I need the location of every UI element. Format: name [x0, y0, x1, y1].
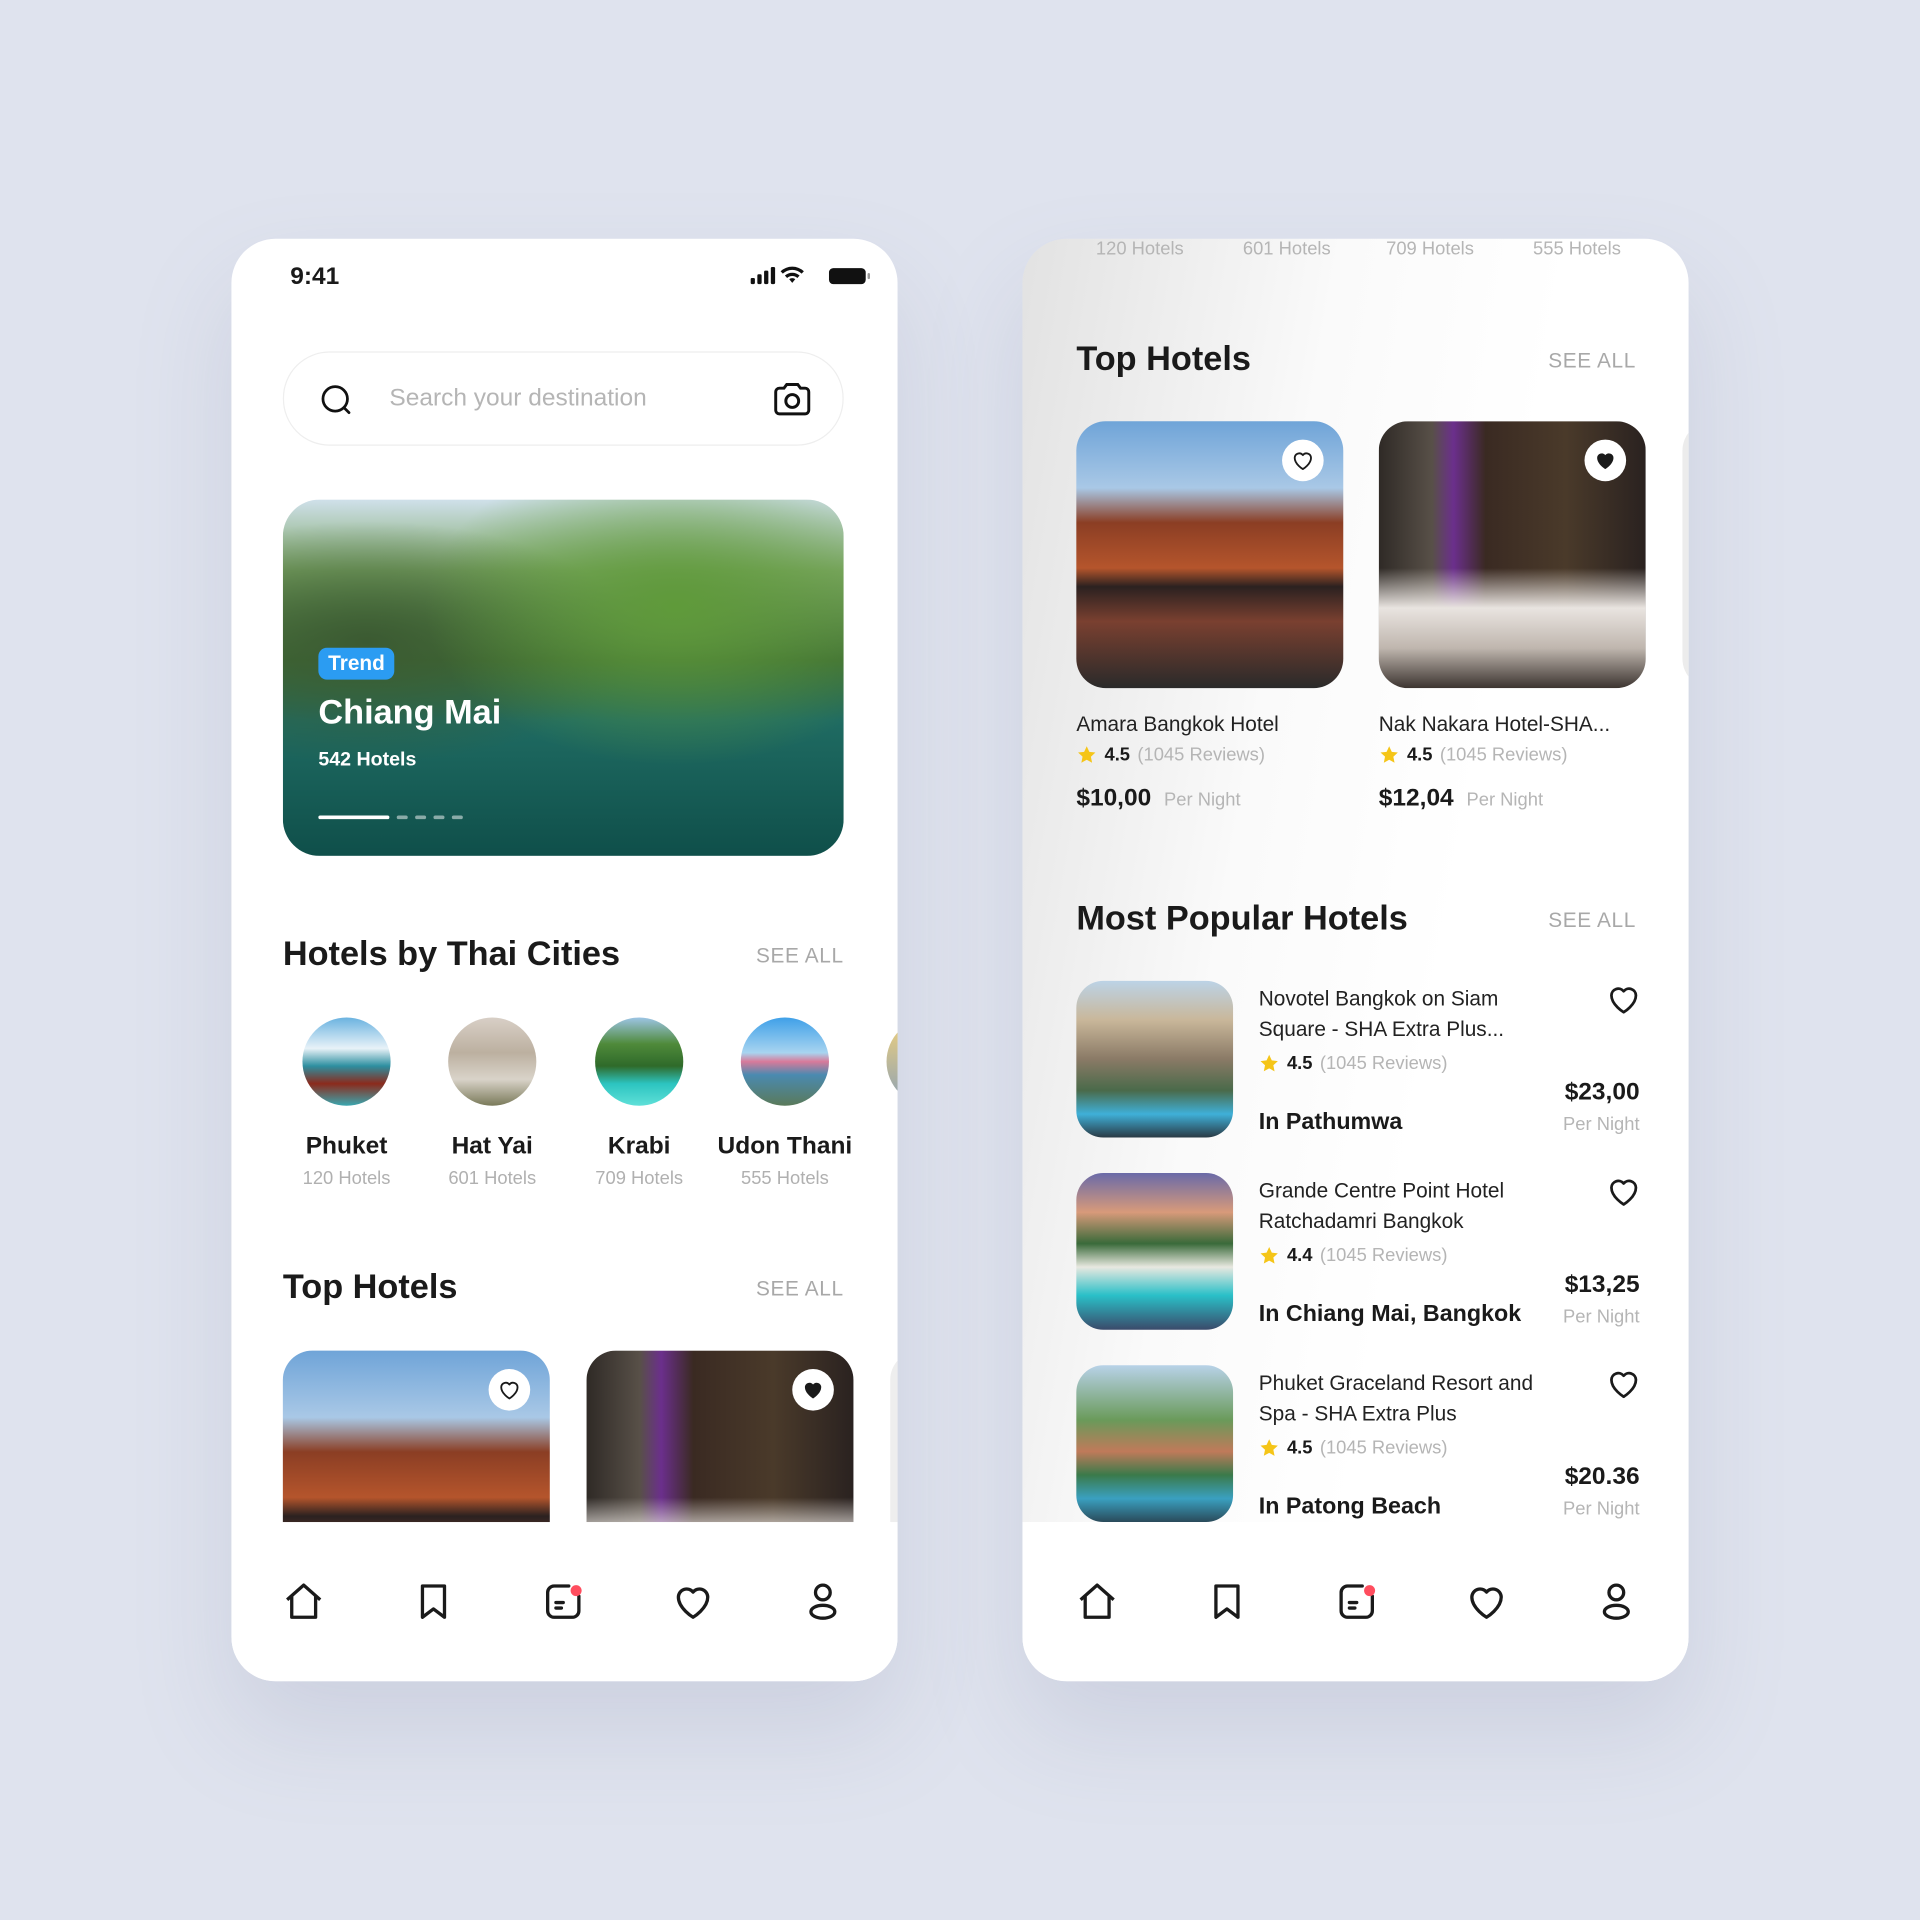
- hotel-card[interactable]: [1682, 421, 1689, 689]
- favorite-heart-icon[interactable]: [1605, 1365, 1642, 1402]
- hotel-info: Nak Nakara Hotel-SHA... 4.5 (1045 Reviews…: [1378, 712, 1611, 812]
- section-title: Hotels by Thai Cities: [282, 934, 621, 973]
- hotel-card[interactable]: [1378, 421, 1646, 689]
- home-icon[interactable]: [282, 1580, 326, 1624]
- scrolled-home-screen: 120 Hotels 601 Hotels 709 Hotels 555 Hot…: [1022, 238, 1689, 1682]
- popular-hotel-item[interactable]: Grande Centre Point Hotel Ratchadamri Ba…: [1076, 1173, 1642, 1332]
- hero-subtitle: 542 Hotels: [318, 749, 417, 771]
- city-item[interactable]: Krabi 709 Hotels: [572, 1017, 707, 1189]
- bottom-nav: [231, 1522, 898, 1682]
- heart-filled-icon: [801, 1378, 825, 1402]
- city-count: 120 Hotels: [1095, 238, 1184, 260]
- bottom-nav: [1022, 1522, 1689, 1682]
- search-input[interactable]: Search your destination: [389, 384, 646, 412]
- bookings-icon[interactable]: [1335, 1580, 1379, 1624]
- profile-icon[interactable]: [801, 1580, 845, 1624]
- favorite-button[interactable]: [1282, 439, 1324, 482]
- star-icon: [1259, 1053, 1280, 1074]
- city-count: 709 Hotels: [1386, 238, 1474, 260]
- section-title: Most Popular Hotels: [1076, 898, 1408, 937]
- home-icon[interactable]: [1075, 1580, 1119, 1624]
- bookmark-icon[interactable]: [411, 1580, 455, 1624]
- star-icon: [1259, 1438, 1280, 1459]
- star-icon: [1076, 744, 1097, 765]
- see-all-top-hotels[interactable]: SEE ALL: [1548, 349, 1636, 373]
- search-icon: [321, 385, 351, 415]
- trend-badge: Trend: [318, 647, 395, 680]
- heart-icon[interactable]: [671, 1580, 715, 1624]
- hotel-card[interactable]: [1076, 421, 1344, 689]
- city-item[interactable]: Lo8: [863, 1017, 898, 1189]
- status-icons: [750, 266, 873, 294]
- carousel-indicator[interactable]: [318, 815, 463, 820]
- bookmark-icon[interactable]: [1205, 1580, 1249, 1624]
- see-all-top-hotels[interactable]: SEE ALL: [756, 1277, 844, 1301]
- camera-icon[interactable]: [769, 377, 816, 421]
- favorite-button[interactable]: [792, 1368, 834, 1411]
- status-time: 9:41: [290, 263, 340, 291]
- favorite-button[interactable]: [1584, 439, 1627, 482]
- see-all-cities[interactable]: SEE ALL: [756, 944, 844, 968]
- section-title: Top Hotels: [282, 1267, 458, 1306]
- search-bar[interactable]: Search your destination: [282, 351, 844, 446]
- see-all-popular[interactable]: SEE ALL: [1548, 909, 1636, 933]
- favorite-heart-icon[interactable]: [1605, 981, 1642, 1018]
- heart-icon: [497, 1378, 521, 1402]
- home-screen: 9:41 Search your destination Trend Chian…: [231, 238, 898, 1682]
- city-item[interactable]: Udon Thani 555 Hotels: [718, 1017, 853, 1189]
- popular-hotel-item[interactable]: Novotel Bangkok on Siam Square - SHA Ext…: [1076, 980, 1642, 1140]
- trend-hero-card[interactable]: Trend Chiang Mai 542 Hotels: [282, 499, 844, 856]
- heart-icon[interactable]: [1464, 1580, 1508, 1624]
- favorite-heart-icon[interactable]: [1605, 1173, 1642, 1210]
- city-item[interactable]: Hat Yai 601 Hotels: [425, 1017, 560, 1189]
- section-title: Top Hotels: [1076, 339, 1251, 378]
- hero-title: Chiang Mai: [318, 693, 502, 732]
- favorite-button[interactable]: [488, 1368, 531, 1411]
- heart-filled-icon: [1593, 448, 1617, 472]
- profile-icon[interactable]: [1594, 1580, 1638, 1624]
- city-count: 555 Hotels: [1533, 238, 1621, 260]
- star-icon: [1379, 744, 1400, 765]
- star-icon: [1259, 1245, 1280, 1266]
- city-count: 601 Hotels: [1242, 238, 1331, 260]
- hotel-info: Amara Bangkok Hotel 4.5 (1045 Reviews) $1…: [1076, 712, 1279, 812]
- city-item[interactable]: Phuket 120 Hotels: [279, 1017, 414, 1189]
- popular-hotel-item[interactable]: Phuket Graceland Resort and Spa - SHA Ex…: [1076, 1365, 1642, 1524]
- bookings-icon[interactable]: [541, 1580, 585, 1624]
- heart-icon: [1291, 448, 1315, 472]
